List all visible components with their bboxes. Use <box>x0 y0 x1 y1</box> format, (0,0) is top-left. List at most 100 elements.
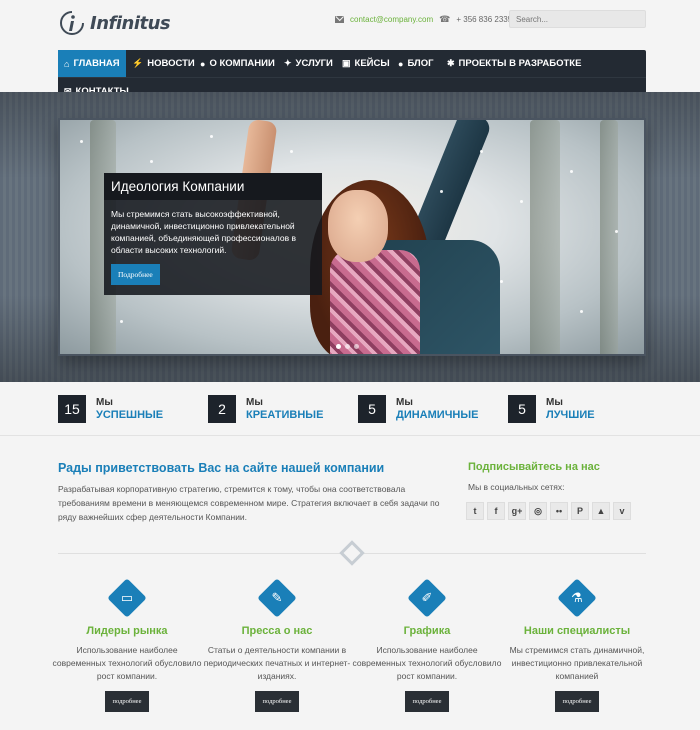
slide-title: Идеология Компании <box>104 173 322 200</box>
logo[interactable]: Infinitus <box>58 9 171 37</box>
slider-pagination <box>336 344 359 349</box>
logo-text: Infinitus <box>90 12 171 34</box>
snowflake <box>210 135 213 138</box>
stat-label-top: Мы <box>246 397 263 408</box>
snowflake <box>80 140 83 143</box>
nav-item-services[interactable]: ✦ Услуги <box>278 50 339 77</box>
feature-more-button[interactable]: подробнее <box>104 691 150 712</box>
facebook-icon[interactable]: f <box>487 502 505 520</box>
snowflake <box>150 160 153 163</box>
brush-icon: ✐ <box>407 578 447 618</box>
slide-tree <box>530 120 560 354</box>
diamond-icon <box>339 540 365 566</box>
feature-card: ✐ Графика Использование наиболее совреме… <box>352 578 502 712</box>
google-plus-icon[interactable]: g+ <box>508 502 526 520</box>
slider-dot[interactable] <box>354 344 359 349</box>
feature-text: Статьи о деятельности компании в периоди… <box>203 645 351 681</box>
nav-item-projects[interactable]: ✱ Проекты в разработке <box>441 50 587 77</box>
slide-tree <box>600 120 618 354</box>
contact-info: contact@company.com ☎ + 356 836 2335 <box>335 14 512 25</box>
stat-number: 5 <box>358 395 386 423</box>
snowflake <box>580 310 583 313</box>
feature-more-button[interactable]: подробнее <box>254 691 300 712</box>
feature-card: ▭ Лидеры рынка Использование наиболее со… <box>52 578 202 712</box>
user-icon: ● <box>200 58 206 69</box>
stat-label-top: Мы <box>396 397 413 408</box>
stat-item: 15 Мы Успешные <box>58 395 163 423</box>
pinterest-icon[interactable]: P <box>571 502 589 520</box>
header: Infinitus contact@company.com ☎ + 356 83… <box>0 0 700 50</box>
stat-item: 5 Мы Лучшие <box>508 395 595 423</box>
nav-item-cases[interactable]: ▣ Кейсы <box>336 50 396 77</box>
stats-bar: 15 Мы Успешные 2 Мы Креативные 5 Мы Динамич… <box>0 382 700 436</box>
snowflake <box>120 320 123 323</box>
flask-icon: ⚗ <box>557 578 597 618</box>
nav-divider <box>58 77 646 78</box>
nav-item-home[interactable]: ⌂ Главная <box>58 50 126 77</box>
feature-title: Лидеры рынка <box>86 625 168 637</box>
snowflake <box>440 190 443 193</box>
vimeo-icon[interactable]: v <box>613 502 631 520</box>
stat-label-bottom: Успешные <box>96 409 164 421</box>
feature-card: ⚗ Наши специалисты Мы стремимся стать ди… <box>502 578 652 712</box>
contact-email[interactable]: contact@company.com <box>350 15 433 24</box>
nav-item-about[interactable]: ● О компании <box>194 50 281 77</box>
logo-icon <box>60 11 84 35</box>
stat-item: 5 Мы Динамичные <box>358 395 478 423</box>
feature-text: Использование наиболее современных техно… <box>52 645 202 681</box>
bolt-icon: ⚡ <box>132 58 144 68</box>
feature-text: Использование наиболее современных техно… <box>352 645 502 681</box>
nav-item-blog[interactable]: ● Блог <box>392 50 439 77</box>
briefcase-icon: ▣ <box>342 58 351 68</box>
snowflake <box>520 200 523 203</box>
stat-number: 5 <box>508 395 536 423</box>
nav-label: Блог <box>407 58 434 69</box>
twitter-icon[interactable]: t <box>466 502 484 520</box>
nav-label: О компании <box>209 58 275 69</box>
dribbble-icon[interactable]: ◎ <box>529 502 547 520</box>
feature-text: Мы стремимся стать динамичной, инвестици… <box>509 645 645 681</box>
snowflake <box>290 150 293 153</box>
stat-number: 15 <box>58 395 86 423</box>
feature-title: Графика <box>403 625 451 637</box>
comments-icon: ● <box>398 58 404 69</box>
contact-phone: + 356 836 2335 <box>456 15 513 24</box>
slide-image-scarf <box>330 250 420 354</box>
nav-label: Кейсы <box>354 58 390 69</box>
snowflake <box>500 280 503 283</box>
flickr-icon[interactable]: •• <box>550 502 568 520</box>
snowflake <box>480 150 483 153</box>
nav-label: Услуги <box>295 58 333 69</box>
envelope-icon <box>335 16 344 23</box>
nav-label: Главная <box>73 58 120 69</box>
phone-icon: ☎ <box>439 14 451 24</box>
lightbulb-icon: ✦ <box>284 58 292 68</box>
nav-item-news[interactable]: ⚡ Новости <box>126 50 201 77</box>
pencil-icon: ✎ <box>257 578 297 618</box>
welcome-text: Разрабатывая корпоративную стратегию, ст… <box>58 484 440 522</box>
gear-icon: ✱ <box>447 58 455 68</box>
slide-text: Мы стремимся стать высокоэффективной, ди… <box>111 209 296 255</box>
snowflake <box>615 230 618 233</box>
search-input[interactable] <box>509 10 646 28</box>
hero-slider[interactable]: Идеология Компании Мы стремимся стать вы… <box>58 118 646 356</box>
follow-subtitle: Мы в социальных сетях: <box>468 482 565 492</box>
stat-item: 2 Мы Креативные <box>208 395 323 423</box>
slider-dot[interactable] <box>336 344 341 349</box>
feature-more-button[interactable]: подробнее <box>554 691 600 712</box>
feature-card: ✎ Пресса о нас Статьи о деятельности ком… <box>202 578 352 712</box>
home-icon: ⌂ <box>64 58 70 69</box>
slider-dot[interactable] <box>345 344 350 349</box>
stat-label-bottom: Креативные <box>246 409 324 421</box>
forrst-icon[interactable]: ▲ <box>592 502 610 520</box>
welcome-title: Рады приветствовать Вас на сайте нашей к… <box>58 461 385 475</box>
nav-label: Проекты в разработке <box>458 58 582 69</box>
stat-label-top: Мы <box>96 397 113 408</box>
slide-more-button[interactable]: Подробнее <box>111 264 160 285</box>
follow-title: Подписывайтесь на нас <box>468 461 600 473</box>
slide-caption: Идеология Компании Мы стремимся стать вы… <box>104 173 322 295</box>
monitor-icon: ▭ <box>107 578 147 618</box>
stat-label-bottom: Лучшие <box>546 409 595 421</box>
feature-more-button[interactable]: подробнее <box>404 691 450 712</box>
stat-label-bottom: Динамичные <box>396 409 479 421</box>
